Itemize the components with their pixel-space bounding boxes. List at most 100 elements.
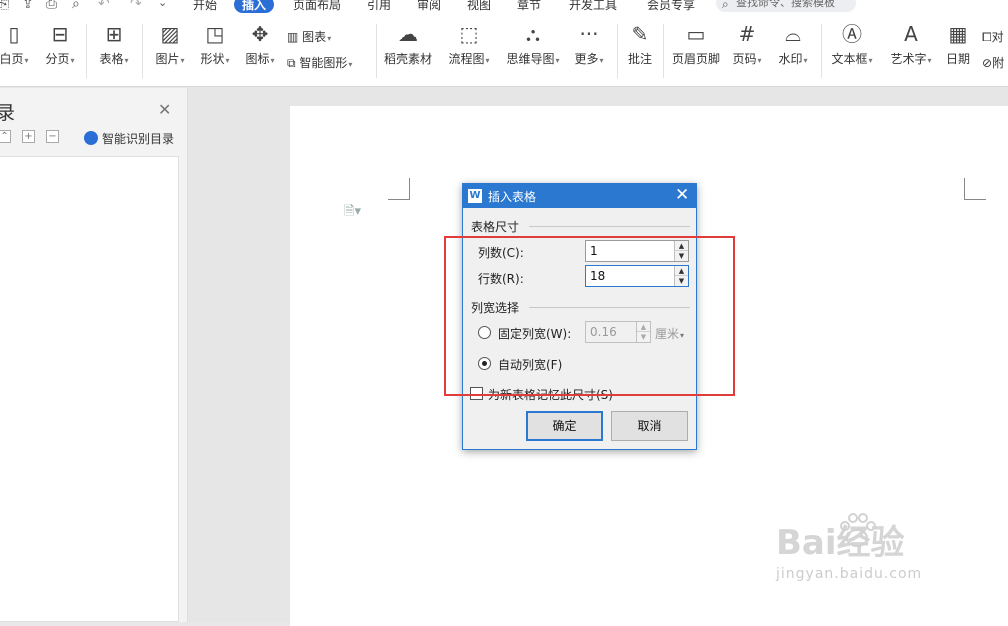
redo-icon[interactable]: ↷ — [130, 0, 142, 12]
cancel-button[interactable]: 取消 — [611, 411, 688, 441]
ribbon-divider — [663, 24, 664, 78]
dialog-title: 插入表格 — [488, 190, 537, 204]
chart-icon: ▥ — [287, 30, 299, 44]
mindmap-icon: ⛬ — [526, 22, 540, 46]
smart-toc-label: 智能识别目录 — [102, 132, 175, 146]
comment-icon: ✎ — [631, 22, 649, 46]
tab-member[interactable]: 会员专享 — [647, 0, 695, 13]
picture-button[interactable]: ▨ 图片▾ — [150, 22, 190, 67]
watermark-url: jingyan.baidu.com — [776, 566, 923, 582]
watermark-button[interactable]: ⌓ 水印▾ — [773, 22, 813, 67]
table-button[interactable]: ⊞ 表格▾ — [94, 22, 134, 67]
blank-page-label: 白页 — [0, 52, 24, 66]
paragraph-layout-icon[interactable]: 🗎▾ — [344, 202, 361, 224]
ribbon-divider — [86, 24, 87, 78]
table-icon: ⊞ — [105, 22, 123, 46]
header-footer-icon: ▭ — [686, 22, 706, 46]
collapse-all-icon[interactable]: − — [46, 130, 59, 143]
page-number-icon: # — [738, 22, 756, 46]
ok-button[interactable]: 确定 — [526, 411, 603, 441]
close-icon[interactable]: ✕ — [158, 100, 171, 119]
top-menu-bar: ⎘ ⇪ ⎙ ⌕ ↶ ↷ ⌄ 开始 插入 页面布局 引用 审阅 视图 章节 开发工… — [0, 0, 1008, 16]
toc-list[interactable] — [0, 156, 179, 622]
wordart-icon: A — [904, 22, 918, 46]
collapse-up-icon[interactable]: ⌃ — [0, 130, 11, 143]
flowchart-button[interactable]: ⬚ 流程图▾ — [444, 22, 494, 67]
watermark-icon: ⌓ — [785, 22, 801, 46]
header-footer-button[interactable]: ▭ 页眉页脚 — [670, 22, 722, 67]
nav-pane-title: 录 — [0, 102, 16, 124]
smart-toc-button[interactable]: 智能识别目录 — [84, 130, 174, 147]
more-button[interactable]: ··· 更多▾ — [571, 22, 607, 67]
mindmap-button[interactable]: ⛬ 思维导图▾ — [503, 22, 563, 67]
materials-button[interactable]: ☁ 稻壳素材 — [382, 22, 434, 67]
tab-developer[interactable]: 开发工具 — [569, 0, 617, 13]
attachment-label: 附 — [992, 56, 1005, 70]
page-number-button[interactable]: # 页码▾ — [729, 22, 765, 67]
flowchart-icon: ⬚ — [459, 22, 479, 46]
table-label: 表格 — [99, 52, 124, 66]
tab-home[interactable]: 开始 — [193, 0, 217, 13]
page-break-button[interactable]: ⊟ 分页▾ — [40, 22, 80, 67]
wordart-button[interactable]: A 艺术字▾ — [886, 22, 936, 67]
date-button[interactable]: ▦ 日期 — [944, 22, 972, 67]
calendar-icon: ▦ — [948, 22, 968, 46]
print-preview-icon[interactable]: ⌕ — [72, 0, 80, 12]
tab-insert[interactable]: 插入 — [234, 0, 275, 13]
navigation-pane: 录 ✕ ⌃ + − 智能识别目录 — [0, 88, 188, 622]
comment-button[interactable]: ✎ 批注 — [624, 22, 656, 67]
open-icon[interactable]: ⎘ — [0, 0, 9, 12]
shape-button[interactable]: ◳ 形状▾ — [195, 22, 235, 67]
blank-page-button[interactable]: ▯ 白页▾ — [0, 22, 34, 67]
flowchart-label: 流程图 — [448, 52, 485, 66]
dialog-titlebar: W 插入表格 ✕ — [463, 184, 696, 208]
customize-icon[interactable]: ⌄ — [158, 0, 167, 9]
page-break-label: 分页 — [45, 52, 70, 66]
materials-icon: ☁ — [398, 22, 418, 46]
smartart-label: 智能图形 — [299, 56, 348, 70]
search-placeholder: 查找命令、搜索模板 — [736, 0, 835, 9]
mindmap-label: 思维导图 — [506, 52, 555, 66]
search-icon: ⌕ — [722, 0, 729, 11]
more-icon: ··· — [579, 22, 599, 46]
smartart-icon: ⧉ — [287, 56, 296, 70]
attachment-button[interactable]: ⊘附 — [982, 54, 1004, 71]
ribbon-divider — [821, 24, 822, 78]
paperclip-icon: ⊘ — [982, 56, 993, 70]
object-label: 对 — [991, 30, 1004, 44]
command-search[interactable]: ⌕ 查找命令、搜索模板 — [716, 0, 856, 12]
comment-label: 批注 — [627, 52, 652, 66]
share-icon[interactable]: ⇪ — [22, 0, 34, 12]
picture-icon: ▨ — [160, 22, 180, 46]
tab-chapter[interactable]: 章节 — [517, 0, 541, 13]
icon-button[interactable]: ✥ 图标▾ — [240, 22, 280, 67]
blank-page-icon: ▯ — [8, 22, 20, 46]
ribbon-divider — [617, 24, 618, 78]
insert-ribbon: ▯ 白页▾ ⊟ 分页▾ ⊞ 表格▾ ▨ 图片▾ ◳ 形状▾ ✥ 图标▾ ▥ 图表▾ ⧉ 智能… — [0, 16, 1008, 87]
picture-label: 图片 — [155, 52, 180, 66]
tab-references[interactable]: 引用 — [367, 0, 391, 13]
textbox-label: 文本框 — [831, 52, 868, 66]
date-label: 日期 — [945, 52, 970, 66]
undo-icon[interactable]: ↶ — [98, 0, 110, 12]
smartart-button[interactable]: ⧉ 智能图形▾ — [287, 54, 352, 71]
print-icon[interactable]: ⎙ — [46, 0, 57, 12]
tab-view[interactable]: 视图 — [467, 0, 491, 13]
table-size-group-label: 表格尺寸 — [471, 220, 520, 234]
margin-mark-left — [388, 178, 410, 200]
tab-page-layout[interactable]: 页面布局 — [293, 0, 341, 13]
expand-all-icon[interactable]: + — [22, 130, 35, 143]
wps-writer-icon: W — [468, 189, 482, 203]
close-icon[interactable]: ✕ — [675, 185, 689, 205]
watermark-label: 水印 — [778, 52, 803, 66]
object-button[interactable]: ⧠对 — [982, 28, 1004, 45]
margin-mark-right — [964, 178, 986, 200]
object-icon: ⧠ — [982, 30, 992, 44]
textbox-button[interactable]: Ⓐ 文本框▾ — [829, 22, 875, 67]
tab-review[interactable]: 审阅 — [417, 0, 441, 13]
ribbon-divider — [142, 24, 143, 78]
chart-label: 图表 — [302, 30, 327, 44]
chart-button[interactable]: ▥ 图表▾ — [287, 28, 331, 45]
header-footer-label: 页眉页脚 — [671, 52, 720, 66]
shape-label: 形状 — [200, 52, 225, 66]
